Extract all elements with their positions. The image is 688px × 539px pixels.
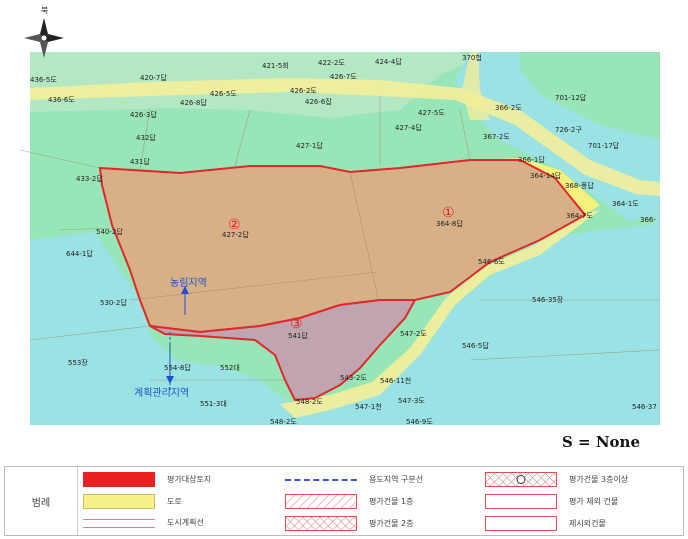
parcel-label: 547-3도 xyxy=(398,397,425,405)
parcel-label: 364-14답 xyxy=(530,171,562,180)
parcel-label: 427-5도 xyxy=(418,109,445,117)
parcel-label: 424-4답 xyxy=(375,57,402,66)
legend-label: 도로 xyxy=(167,497,182,506)
legend-item: 도로 xyxy=(83,494,182,509)
parcel-label: 427-4답 xyxy=(395,123,422,132)
parcel-marker-1: ① xyxy=(442,205,455,221)
legend-item: 평가 제외 건물 xyxy=(485,494,618,509)
legend-item: 평가대상토지 xyxy=(83,472,211,487)
parcel-label: 426-2도 xyxy=(290,87,317,95)
legend-item: 평가건물 2층 xyxy=(285,516,413,531)
parcel-label: 426-7도 xyxy=(330,73,357,81)
parcel-label: 644-1답 xyxy=(66,249,93,258)
parcel-label: 540-2답 xyxy=(96,227,123,236)
parcel-label: 420-7답 xyxy=(140,73,167,82)
parcel-label: 726-2구 xyxy=(555,126,582,134)
scale-text: S = None xyxy=(562,433,641,451)
parcel-marker-2: ② xyxy=(228,217,241,233)
parcel-label: 364-1도 xyxy=(612,200,639,208)
parcel-label: 546-9도 xyxy=(406,418,433,426)
parcel-label: 546-6도 xyxy=(478,258,505,266)
legend-swatch-other-building xyxy=(485,516,557,531)
cadastral-map: 북 436-5도 420-7답 421-5회 422-2도 424-4답 370… xyxy=(0,0,688,430)
parcel-label: 426-8답 xyxy=(180,98,207,107)
legend-item: 평가건물 3층이상 xyxy=(485,472,628,487)
parcel-label: 421-5회 xyxy=(262,62,289,70)
parcel-label: 547-1천 xyxy=(355,402,382,411)
legend-item: 제시외건물 xyxy=(485,516,606,531)
parcel-label: 530-2답 xyxy=(100,298,127,307)
parcel-label: 546-37 xyxy=(632,403,657,411)
zone-label-planned: 계획관리지역 xyxy=(134,387,189,399)
parcel-label: 422-2도 xyxy=(318,59,345,67)
legend-label: 도시계획선 xyxy=(167,517,204,527)
legend-swatch-zone-line xyxy=(285,479,357,487)
parcel-label: 370헙 xyxy=(462,53,482,62)
parcel-label: 426-5도 xyxy=(210,90,237,98)
parcel-label: 701-17답 xyxy=(588,141,620,150)
parcel-label: 701-12답 xyxy=(555,93,587,102)
legend-swatch-road xyxy=(83,494,155,509)
parcel-label: 543-2도 xyxy=(340,374,367,382)
legend-label: 제시외건물 xyxy=(569,519,606,528)
legend: 범례 평가대상토지 용도지역 구분선 평가건물 3층이상 도로 평가건물 1층 … xyxy=(4,466,684,536)
legend-label: 평가건물 2층 xyxy=(369,519,414,528)
legend-swatch-building-1f xyxy=(285,494,357,509)
legend-swatch-building-2f xyxy=(285,516,357,531)
parcel-label: 427-1답 xyxy=(296,141,323,150)
legend-item: 도시계획선 xyxy=(83,516,204,528)
parcel-label: 433-2답 xyxy=(76,174,103,183)
parcel-label: 553장 xyxy=(68,358,88,367)
parcel-label: 366-1답 xyxy=(518,155,545,164)
legend-label: 평가건물 1층 xyxy=(369,497,414,506)
parcel-label: 426-3답 xyxy=(130,110,157,119)
legend-swatch-excluded-building xyxy=(485,494,557,509)
parcel-label: 546-5답 xyxy=(462,341,489,350)
parcel-label: 366- xyxy=(640,216,656,224)
north-label: 북 xyxy=(41,6,48,15)
parcel-label: 541답 xyxy=(288,331,308,340)
parcel-label: 546-11천 xyxy=(380,376,411,385)
parcel-label: 364-7도 xyxy=(566,212,593,220)
legend-swatch-building-3f xyxy=(485,472,557,487)
parcel-label: 367-2도 xyxy=(483,133,510,141)
legend-swatch-subject-land xyxy=(83,472,155,487)
legend-swatch-city-plan-line xyxy=(83,519,155,528)
legend-label: 평가대상토지 xyxy=(167,475,212,484)
parcel-label: 546-35장 xyxy=(532,295,564,304)
parcel-label: 432답 xyxy=(136,133,156,142)
legend-label: 용도지역 구분선 xyxy=(369,475,424,484)
parcel-label: 548-2도 xyxy=(270,418,297,426)
parcel-label: 426-6잡 xyxy=(305,97,332,106)
parcel-label: 551-3대 xyxy=(200,400,227,408)
parcel-label: 552대 xyxy=(220,364,240,372)
parcel-label: 436-5도 xyxy=(30,76,57,84)
legend-item: 평가건물 1층 xyxy=(285,494,413,509)
parcel-label: 554-8답 xyxy=(164,363,191,372)
legend-label: 평가건물 3층이상 xyxy=(569,475,629,484)
parcel-label: 368-풍답 xyxy=(565,181,594,190)
zone-label-agricultural: 농림지역 xyxy=(170,277,207,289)
parcel-label: 431답 xyxy=(130,157,150,166)
legend-title: 범례 xyxy=(5,467,78,535)
parcel-label: 436-6도 xyxy=(48,96,75,104)
parcel-label: 366-2도 xyxy=(495,104,522,112)
parcel-marker-3: ③ xyxy=(290,316,303,332)
parcel-label: 548-2도 xyxy=(296,398,323,406)
parcel-label: 547-2도 xyxy=(400,330,427,338)
legend-item: 용도지역 구분선 xyxy=(285,472,423,487)
legend-label: 평가 제외 건물 xyxy=(569,497,619,506)
